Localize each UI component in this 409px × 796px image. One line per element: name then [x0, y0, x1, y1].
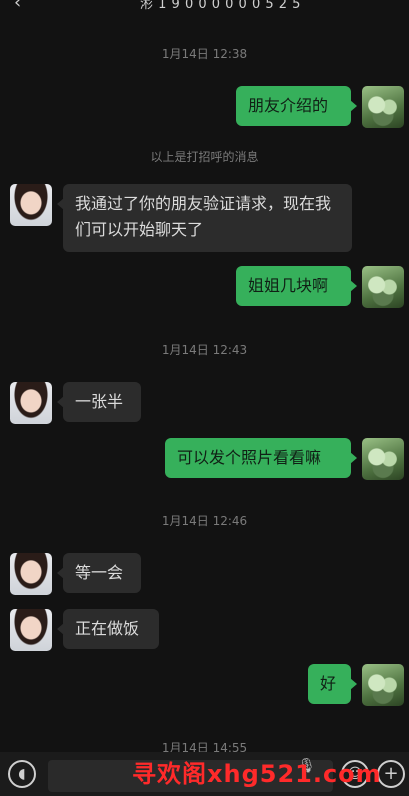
avatar[interactable] — [362, 438, 404, 480]
back-icon[interactable]: ‹ — [14, 0, 21, 13]
chat-title: 涁 1 9 0 0 0 0 0 0 5 2 5 — [140, 0, 301, 12]
timestamp: 1月14日 12:38 — [161, 47, 248, 61]
message-text: 等一会 — [75, 563, 124, 582]
system-message: 以上是打招呼的消息 — [150, 150, 259, 164]
avatar[interactable] — [10, 382, 52, 424]
message-bubble-sent[interactable]: 好 — [308, 664, 357, 704]
avatar[interactable] — [10, 553, 52, 595]
message-bubble-received[interactable]: 等一会 — [57, 553, 141, 593]
message-text: 姐姐几块啊 — [248, 276, 329, 295]
message-text: 朋友介绍的 — [248, 96, 329, 115]
avatar[interactable] — [10, 184, 52, 226]
avatar[interactable] — [10, 609, 52, 651]
message-bubble-sent[interactable]: 朋友介绍的 — [236, 86, 357, 126]
timestamp: 1月14日 12:43 — [161, 343, 248, 357]
avatar[interactable] — [362, 664, 404, 706]
message-text: 可以发个照片看看嘛 — [177, 448, 322, 467]
message-bubble-received[interactable]: 我通过了你的朋友验证请求，现在我们可以开始聊天了 — [57, 184, 352, 252]
message-text: 好 — [320, 674, 337, 693]
message-text: 一张半 — [75, 392, 124, 411]
message-bubble-received[interactable]: 正在做饭 — [57, 609, 159, 649]
timestamp: 1月14日 12:46 — [161, 514, 248, 528]
voice-icon[interactable]: ◖ — [8, 760, 36, 788]
chat-header: ‹ 涁 1 9 0 0 0 0 0 0 5 2 5 — [0, 0, 409, 14]
message-text: 我通过了你的朋友验证请求，现在我们可以开始聊天了 — [75, 194, 332, 239]
watermark: 寻欢阁xhg521.com — [132, 760, 382, 788]
avatar[interactable] — [362, 86, 404, 128]
message-bubble-received[interactable]: 一张半 — [57, 382, 141, 422]
message-bubble-sent[interactable]: 姐姐几块啊 — [236, 266, 357, 306]
avatar[interactable] — [362, 266, 404, 308]
message-bubble-sent[interactable]: 可以发个照片看看嘛 — [165, 438, 357, 478]
message-text: 正在做饭 — [75, 619, 140, 638]
